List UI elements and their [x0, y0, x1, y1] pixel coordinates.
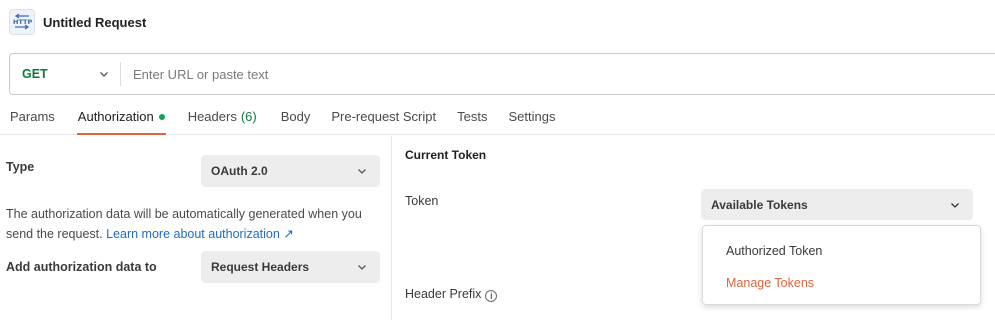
- tab-tests[interactable]: Tests: [447, 99, 497, 134]
- available-tokens-menu: Authorized Token Manage Tokens: [702, 225, 981, 305]
- current-token-title: Current Token: [405, 148, 487, 162]
- active-indicator-dot: [158, 113, 165, 120]
- token-label: Token: [405, 194, 439, 208]
- url-bar: GET: [9, 53, 995, 95]
- auth-type-select[interactable]: OAuth 2.0: [201, 155, 380, 187]
- tab-label: Tests: [457, 109, 488, 124]
- headers-count: (6): [240, 109, 257, 124]
- tab-authorization[interactable]: Authorization: [68, 99, 175, 135]
- tab-label: Settings: [508, 109, 556, 124]
- auth-config-panel: Type OAuth 2.0 The authorization data wi…: [0, 136, 392, 320]
- chevron-down-icon: [356, 165, 368, 177]
- add-auth-to-label: Add authorization data to: [6, 260, 157, 274]
- request-title[interactable]: Untitled Request: [43, 15, 146, 30]
- tab-label: Params: [10, 109, 55, 124]
- available-tokens-value: Available Tokens: [711, 197, 808, 212]
- header-prefix-text: Header Prefix: [405, 287, 482, 301]
- type-label: Type: [6, 160, 35, 174]
- http-request-icon: HTTP: [9, 9, 35, 35]
- method-select[interactable]: GET: [10, 54, 120, 94]
- tab-label: Authorization: [77, 109, 154, 124]
- tab-params[interactable]: Params: [0, 99, 65, 134]
- add-auth-to-value: Request Headers: [211, 260, 310, 274]
- svg-text:HTTP: HTTP: [13, 18, 32, 26]
- url-input[interactable]: [121, 54, 995, 94]
- available-tokens-select[interactable]: Available Tokens: [701, 189, 973, 220]
- request-tabs: Params Authorization Headers (6) Body Pr…: [0, 100, 995, 135]
- tab-label: Headers: [187, 109, 237, 124]
- header-prefix-label: Header Prefix i: [405, 287, 498, 302]
- chevron-down-icon: [98, 68, 110, 80]
- tab-pre-request-script[interactable]: Pre-request Script: [321, 99, 446, 134]
- menu-item-authorized-token[interactable]: Authorized Token: [726, 244, 822, 258]
- tab-label: Body: [280, 109, 311, 124]
- add-auth-to-select[interactable]: Request Headers: [201, 251, 380, 283]
- menu-item-manage-tokens[interactable]: Manage Tokens: [726, 276, 814, 290]
- info-icon[interactable]: i: [485, 290, 498, 302]
- auth-description: The authorization data will be automatic…: [6, 204, 386, 244]
- chevron-down-icon: [356, 261, 368, 273]
- tab-settings[interactable]: Settings: [498, 99, 565, 134]
- chevron-down-icon: [949, 199, 961, 211]
- tab-body[interactable]: Body: [271, 99, 321, 134]
- method-value: GET: [22, 67, 48, 81]
- request-title-row: HTTP Untitled Request: [9, 8, 146, 36]
- learn-more-link[interactable]: Learn more about authorization ↗: [106, 227, 294, 241]
- tab-headers[interactable]: Headers (6): [178, 99, 267, 134]
- tab-label: Pre-request Script: [331, 109, 437, 124]
- auth-type-value: OAuth 2.0: [211, 164, 268, 178]
